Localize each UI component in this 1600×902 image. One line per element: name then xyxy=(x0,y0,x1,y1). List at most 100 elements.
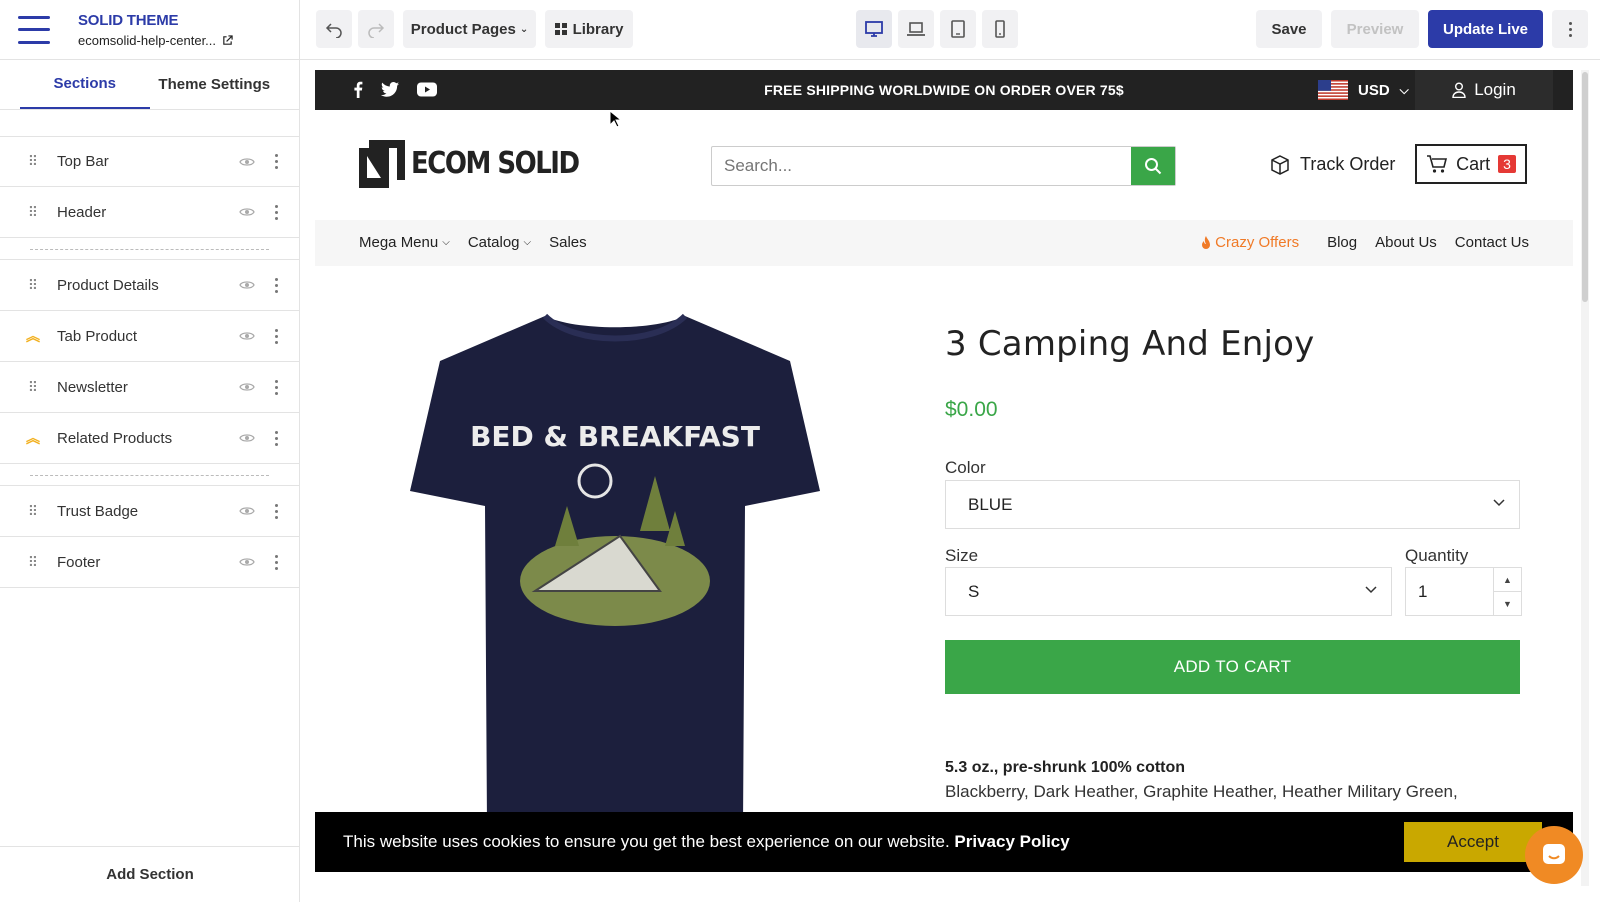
section-divider xyxy=(0,464,299,486)
section-item-top-bar[interactable]: ⠿ Top Bar xyxy=(0,136,299,187)
nav-item-mega-menu[interactable]: Mega Menu ⌵ xyxy=(359,234,450,251)
section-item-tab-product[interactable]: ︽ Tab Product xyxy=(0,311,299,362)
tab-sections[interactable]: Sections xyxy=(20,60,150,109)
nav-item-contact-us[interactable]: Contact Us xyxy=(1455,234,1529,251)
nav-label: Crazy Offers xyxy=(1215,234,1300,251)
device-laptop-button[interactable] xyxy=(898,10,934,48)
section-label: Newsletter xyxy=(57,378,128,396)
more-options-icon[interactable] xyxy=(275,503,279,519)
search-button[interactable] xyxy=(1131,147,1175,185)
update-live-button[interactable]: Update Live xyxy=(1428,10,1543,48)
nav-item-blog[interactable]: Blog xyxy=(1327,234,1357,251)
more-options-icon xyxy=(1568,21,1572,37)
more-options-icon[interactable] xyxy=(275,204,279,220)
tab-theme-settings[interactable]: Theme Settings xyxy=(150,60,280,109)
chevron-down-icon: ⌵ xyxy=(442,237,450,248)
quantity-stepper[interactable]: 1 ▲ ▼ xyxy=(1405,567,1522,616)
section-item-related-products[interactable]: ︽ Related Products xyxy=(0,413,299,464)
preview-scrollbar[interactable] xyxy=(1581,70,1589,886)
device-mobile-button[interactable] xyxy=(982,10,1018,48)
privacy-policy-link[interactable]: Privacy Policy xyxy=(954,832,1069,851)
more-menu-button[interactable] xyxy=(1552,10,1588,48)
more-options-icon[interactable] xyxy=(275,554,279,570)
more-options-icon[interactable] xyxy=(275,379,279,395)
search-input[interactable] xyxy=(712,147,1131,185)
nav-item-catalog[interactable]: Catalog ⌵ xyxy=(468,234,531,251)
section-item-header[interactable]: ⠿ Header xyxy=(0,187,299,238)
more-options-icon[interactable] xyxy=(275,430,279,446)
page-select-dropdown[interactable]: Product Pages ⌄ xyxy=(403,10,536,48)
library-label: Library xyxy=(572,20,624,38)
eye-icon[interactable] xyxy=(239,556,255,568)
eye-icon[interactable] xyxy=(239,279,255,291)
currency-selector[interactable]: USD ⌵ xyxy=(1318,80,1409,100)
drag-handle-icon[interactable]: ⠿ xyxy=(26,277,40,294)
eye-icon[interactable] xyxy=(239,505,255,517)
nav-item-about-us[interactable]: About Us xyxy=(1375,234,1437,251)
eye-icon[interactable] xyxy=(239,432,255,444)
app-root: SOLID THEME ecomsolid-help-center... Sec… xyxy=(0,0,1600,902)
redo-button[interactable] xyxy=(358,10,394,48)
quantity-step-controls: ▲ ▼ xyxy=(1493,568,1521,615)
eye-icon[interactable] xyxy=(239,156,255,168)
section-label: Product Details xyxy=(57,276,159,294)
drag-handle-icon[interactable]: ⠿ xyxy=(26,554,40,571)
more-options-icon[interactable] xyxy=(275,328,279,344)
preview-button[interactable]: Preview xyxy=(1331,10,1419,48)
eye-icon[interactable] xyxy=(239,206,255,218)
menu-icon[interactable] xyxy=(18,15,50,44)
login-button[interactable]: Login xyxy=(1415,70,1553,110)
us-flag-icon xyxy=(1318,80,1348,100)
page-select-label: Product Pages xyxy=(410,20,516,38)
undo-button[interactable] xyxy=(316,10,352,48)
size-select-value: S xyxy=(968,581,980,601)
product-image[interactable]: BED & BREAKFAST xyxy=(395,306,835,826)
nav-right: Crazy Offers Blog About Us Contact Us xyxy=(1201,234,1529,251)
nav-label: Blog xyxy=(1327,234,1358,251)
section-item-footer[interactable]: ⠿ Footer xyxy=(0,537,299,588)
add-section-button[interactable]: Add Section xyxy=(0,846,300,902)
nav-item-crazy-offers[interactable]: Crazy Offers xyxy=(1201,234,1299,251)
add-to-cart-button[interactable]: ADD TO CART xyxy=(945,640,1520,694)
scroll-thumb[interactable] xyxy=(1582,72,1588,302)
drag-handle-icon[interactable]: ⠿ xyxy=(26,153,40,170)
eye-icon[interactable] xyxy=(239,381,255,393)
increment-icon[interactable]: ▲ xyxy=(1494,568,1521,592)
section-item-product-details[interactable]: ⠿ Product Details xyxy=(0,260,299,311)
store-topbar: FREE SHIPPING WORLDWIDE ON ORDER OVER 75… xyxy=(315,70,1573,110)
size-label: Size xyxy=(945,546,979,565)
decrement-icon[interactable]: ▼ xyxy=(1494,592,1521,615)
section-divider xyxy=(0,238,299,260)
drag-handle-icon[interactable]: ⠿ xyxy=(26,503,40,520)
device-desktop-button[interactable] xyxy=(856,10,892,48)
color-select[interactable]: BLUE xyxy=(945,480,1520,529)
eye-icon[interactable] xyxy=(239,330,255,342)
drag-handle-icon[interactable]: ⠿ xyxy=(26,204,40,221)
size-select[interactable]: S xyxy=(945,567,1392,616)
chat-widget-button[interactable] xyxy=(1525,826,1583,884)
store-link-label: ecomsolid-help-center... xyxy=(78,32,217,48)
nav-label: Sales xyxy=(549,234,587,251)
store-link[interactable]: ecomsolid-help-center... xyxy=(78,33,233,48)
chat-icon xyxy=(1543,844,1565,864)
login-label: Login xyxy=(1474,80,1516,99)
save-button[interactable]: Save xyxy=(1256,10,1322,48)
more-options-icon[interactable] xyxy=(275,277,279,293)
store-nav: Mega Menu ⌵ Catalog ⌵ Sales Crazy Offers B… xyxy=(315,220,1573,266)
cookie-banner: This website uses cookies to ensure you … xyxy=(315,812,1573,872)
color-select-value: BLUE xyxy=(968,494,1013,514)
cookie-message: This website uses cookies to ensure you … xyxy=(343,832,1070,852)
section-label: Trust Badge xyxy=(57,502,139,520)
graphic-text: BED & BREAKFAST xyxy=(470,420,760,453)
drag-handle-icon[interactable]: ⠿ xyxy=(26,379,40,396)
more-options-icon[interactable] xyxy=(275,154,279,169)
section-item-trust-badge[interactable]: ⠿ Trust Badge xyxy=(0,486,299,537)
device-tablet-button[interactable] xyxy=(940,10,976,48)
library-button[interactable]: Library xyxy=(545,10,633,48)
store-logo[interactable]: ECOM SOLID xyxy=(359,140,580,188)
section-item-newsletter[interactable]: ⠿ Newsletter xyxy=(0,362,299,413)
accept-cookies-button[interactable]: Accept xyxy=(1404,822,1542,862)
cart-button[interactable]: Cart 3 xyxy=(1415,144,1527,184)
nav-item-sales[interactable]: Sales xyxy=(549,234,587,251)
track-order-link[interactable]: Track Order xyxy=(1270,154,1395,175)
